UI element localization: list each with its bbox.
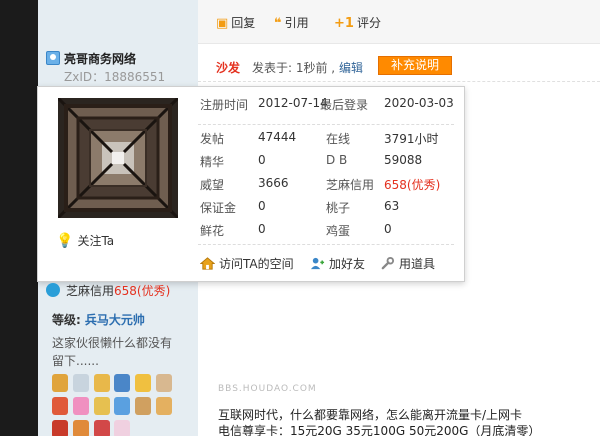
- zhima-icon: [46, 283, 60, 297]
- medal-icon[interactable]: [93, 397, 110, 415]
- stat-value: 47444: [258, 130, 297, 144]
- stat-value: 0: [258, 153, 266, 167]
- user-signature: 这家伙很懒什么都没有留下......: [52, 336, 173, 368]
- rate-button[interactable]: +1 评分: [334, 14, 381, 32]
- stat-label: 保证金: [200, 201, 237, 215]
- stat-label: 桃子: [326, 201, 351, 215]
- medal-icon[interactable]: [72, 397, 89, 415]
- visit-space-link[interactable]: 访问TA的空间: [200, 255, 294, 272]
- post-time: 发表于: 1秒前 , 编辑: [252, 61, 363, 75]
- medal-icon[interactable]: [135, 374, 152, 392]
- user-icon: [46, 51, 60, 65]
- stat-label: 鲜花: [200, 224, 225, 238]
- post-meta-bar: 沙发 发表于: 1秒前 , 编辑 补充说明: [198, 50, 600, 82]
- plus-one-icon: +1: [334, 16, 354, 31]
- stat-value: 3666: [258, 176, 289, 190]
- stat-label: 在线: [326, 132, 351, 146]
- stat-value: 0: [258, 199, 266, 213]
- stat-label: 芝麻信用: [326, 178, 375, 192]
- medal-icon[interactable]: [52, 374, 68, 392]
- username[interactable]: 亮哥商务网络: [46, 50, 136, 66]
- divider: [198, 124, 454, 125]
- stat-label: D B: [326, 153, 348, 167]
- stat-value: 63: [384, 199, 400, 213]
- supplement-button[interactable]: 补充说明: [378, 56, 452, 75]
- medal-icon[interactable]: [72, 374, 89, 392]
- stat-label: 发帖: [200, 132, 225, 146]
- use-tool-link[interactable]: 用道具: [380, 255, 435, 272]
- stat-value: 3791小时: [384, 132, 439, 146]
- avatar-staircase-image: [58, 98, 178, 218]
- reply-button[interactable]: ▣ 回复: [216, 14, 255, 32]
- watermark: BBS.HOUDAO.COM: [218, 384, 317, 394]
- user-profile-card: 💡 关注Ta 注册时间 2012-07-14 最后登录 2020-03-03 发帖…: [37, 86, 465, 282]
- medal-icon[interactable]: [72, 420, 89, 436]
- quote-icon: ❝: [274, 16, 282, 31]
- stat-value: 2020-03-03: [384, 96, 454, 110]
- follow-button[interactable]: 💡 关注Ta: [56, 232, 114, 249]
- stat-label: 威望: [200, 178, 225, 192]
- level-link[interactable]: 兵马大元帅: [85, 313, 145, 327]
- user-zxid: ZxID：18886551: [64, 70, 166, 84]
- add-friend-link[interactable]: 加好友: [310, 255, 365, 272]
- medal-icon[interactable]: [52, 420, 68, 436]
- edit-link[interactable]: 编辑: [339, 61, 363, 75]
- add-friend-icon: [310, 257, 325, 270]
- quote-button[interactable]: ❝ 引用: [274, 14, 309, 32]
- medal-icon[interactable]: [114, 374, 131, 392]
- home-icon: [200, 257, 215, 270]
- medal-list: [52, 374, 192, 436]
- lightbulb-icon: 💡: [56, 233, 74, 249]
- stat-label: 最后登录: [320, 98, 369, 112]
- left-dark-strip: [0, 0, 38, 436]
- stat-value: 59088: [384, 153, 423, 167]
- medal-icon[interactable]: [114, 397, 131, 415]
- post-text-line: 互联网时代，什么都要靠网络，怎么能离开流量卡/上网卡: [218, 408, 523, 422]
- medal-icon[interactable]: [114, 420, 131, 436]
- reply-icon: ▣: [216, 16, 229, 31]
- avatar[interactable]: [58, 98, 178, 218]
- medal-icon[interactable]: [156, 397, 173, 415]
- stat-label: 鸡蛋: [326, 224, 351, 238]
- medal-icon[interactable]: [135, 397, 152, 415]
- medal-icon[interactable]: [93, 374, 110, 392]
- divider: [198, 244, 454, 245]
- zhima-credit: 芝麻信用658(优秀): [46, 282, 170, 299]
- wrench-icon: [381, 256, 395, 270]
- medal-icon[interactable]: [156, 374, 173, 392]
- post-action-toolbar: ▣ 回复 ❝ 引用 +1 评分: [198, 0, 600, 44]
- user-level: 等级: 兵马大元帅: [52, 313, 145, 327]
- medal-icon[interactable]: [93, 420, 110, 436]
- zhima-credit-value: 658(优秀): [384, 178, 441, 192]
- medal-icon[interactable]: [52, 397, 68, 415]
- floor-label: 沙发: [216, 61, 241, 75]
- stat-value: 2012-07-14: [258, 96, 328, 110]
- stat-label: 注册时间: [200, 98, 249, 112]
- stat-label: 精华: [200, 155, 225, 169]
- stat-value: 0: [258, 222, 266, 236]
- stat-value: 0: [384, 222, 392, 236]
- post-text-line: 电信尊享卡：15元20G 35元100G 50元200G（月底清零）: [218, 424, 541, 436]
